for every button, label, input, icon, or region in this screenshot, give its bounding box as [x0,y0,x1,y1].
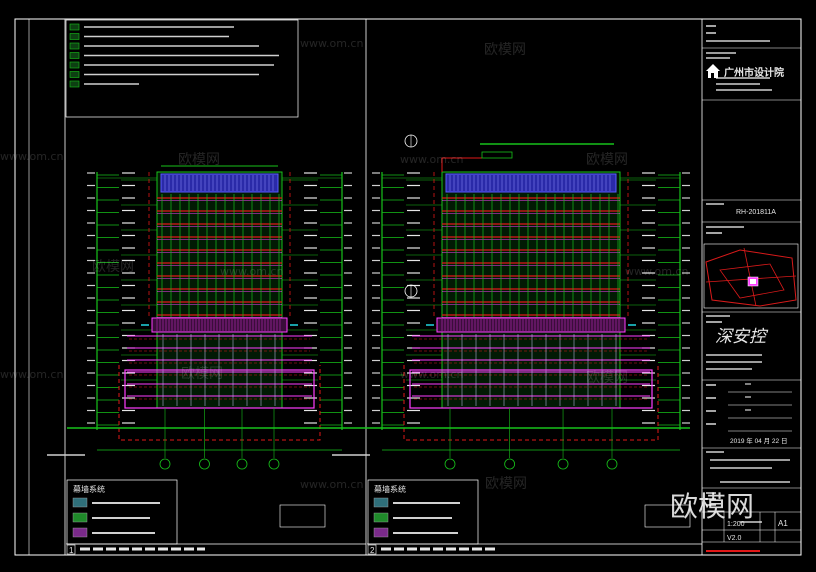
legend-title: 幕墙系统 [73,484,105,494]
legend-title: 幕墙系统 [374,484,406,494]
note-swatch [69,42,80,50]
watermark-url: www.om.cn [0,150,63,163]
sheet-size: A1 [778,519,788,528]
section-note-box [279,504,326,528]
grid-bubble [606,458,618,470]
drawing-title-right: 2 [367,543,702,555]
cad-drawing-sheet: 幕墙系统 幕墙系统 1 2 广州市设计院 RH-201811A 深安控 2019… [0,18,802,556]
notes-list [69,23,279,88]
watermark-brand: 欧模网 [181,366,223,382]
grid-bubble [236,458,248,470]
legend-swatch [373,497,389,508]
watermark-url: www.om.cn [220,265,283,278]
note-swatch [69,61,80,69]
notes-box [65,19,299,118]
legend-panel-left: 幕墙系统 [66,479,178,545]
roof-band [160,173,279,193]
watermark-brand: 欧模网 [586,152,628,168]
stamp-text: 深安控 [715,327,769,346]
note-swatch [69,52,80,59]
podium-band [436,317,626,333]
elevation-right [332,143,690,470]
note-swatch [69,80,80,88]
grid-bubble [557,458,569,470]
legend-swatch [72,527,88,538]
grid-bubble [268,458,280,470]
legend-swatch [373,527,389,538]
drawing-number: 2 [370,546,375,555]
legend-swatch [373,512,389,523]
issue-date: 2019 年 04 月 22 日 [730,436,787,445]
watermark-brand: 欧模网 [485,476,527,492]
note-swatch [69,71,80,78]
crown-detail [481,151,513,159]
grid-bubble [504,458,516,470]
watermark-url: www.om.cn [625,265,688,278]
drawing-number: 1 [69,546,74,555]
note-swatch [69,33,80,40]
title-block: 广州市设计院 RH-201811A 深安控 2019 年 04 月 22 日 1… [702,25,801,552]
watermark-url: www.om.cn [400,153,463,166]
elevation-left [47,165,352,470]
drawing-version: V2.0 [727,535,742,542]
legend-swatch [72,497,88,508]
watermark-brand: 欧模网 [484,42,526,58]
grid-bubble [199,458,210,470]
grid-bubble [444,458,456,470]
company-logo-text: 广州市设计院 [724,66,784,79]
watermark-url: www.om.cn [300,478,363,491]
watermark-brand: 欧模网 [178,152,220,168]
watermark-url: www.om.cn [400,368,463,381]
house-logo-icon [706,64,720,78]
key-plan-icon [703,243,799,309]
project-number: RH-201811A [736,209,776,216]
watermark-brand: 欧模网 [92,259,134,275]
watermark-brand: 欧模网 [586,370,628,386]
sheet-frame [14,18,802,556]
watermark-url: www.om.cn [0,368,63,381]
watermark-corner-brand: 欧模网 [670,490,754,523]
left-margin-strip [14,18,30,556]
podium-band [151,317,288,333]
watermark-url: www.om.cn [300,37,363,50]
legend-swatch [72,512,88,523]
roof-band [445,173,617,193]
grid-bubble [159,458,171,470]
note-swatch [69,23,80,31]
drawing-title-left: 1 [66,543,366,555]
legend-panel-right: 幕墙系统 [367,479,479,545]
